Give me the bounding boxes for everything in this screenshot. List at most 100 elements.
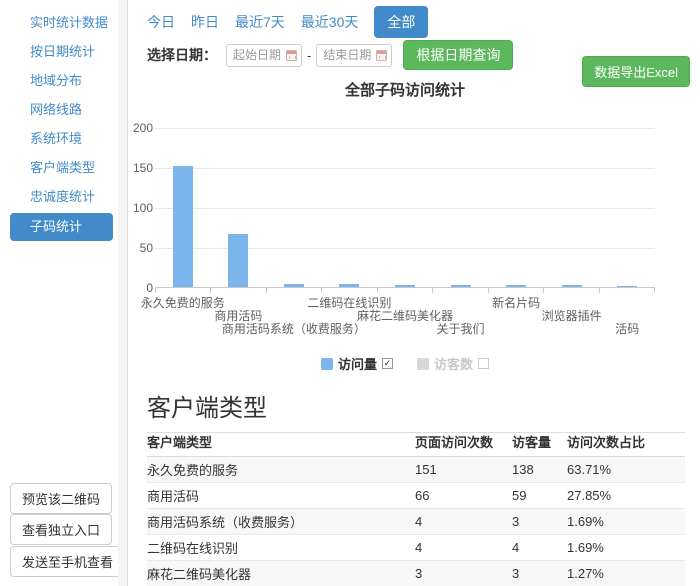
x-axis-ticks bbox=[155, 288, 655, 293]
table-cell: 商用活码系统（收费服务） bbox=[147, 512, 415, 531]
chart-title: 全部子码访问统计 bbox=[155, 79, 655, 100]
chart-plot-area bbox=[155, 128, 655, 288]
send-to-phone-button[interactable]: 发送至手机查看 bbox=[10, 546, 125, 577]
date-filter-row: 选择日期： - 根据日期查询 bbox=[147, 40, 513, 70]
date-range-tabs: 今日 昨日 最近7天 最近30天 全部 bbox=[147, 6, 428, 38]
axis-tick bbox=[211, 288, 266, 293]
bar-永久免费的服务 bbox=[173, 166, 193, 287]
calendar-icon[interactable] bbox=[376, 50, 387, 61]
axis-tick bbox=[489, 288, 544, 293]
x-category-label: 浏览器插件 bbox=[542, 307, 602, 324]
header-page-visits: 页面访问次数 bbox=[415, 432, 512, 451]
start-date-input[interactable] bbox=[233, 48, 283, 62]
chart-bars bbox=[155, 128, 655, 287]
axis-tick bbox=[544, 288, 599, 293]
y-tick-label: 200 bbox=[129, 121, 153, 135]
axis-tick bbox=[322, 288, 377, 293]
bar-slot bbox=[544, 128, 600, 287]
visitors-checkbox-unchecked[interactable] bbox=[478, 358, 489, 369]
sidebar-item-subcode-active[interactable]: 子码统计 bbox=[10, 213, 113, 241]
table-cell: 1.27% bbox=[567, 566, 685, 581]
table-cell: 1.69% bbox=[567, 540, 685, 555]
visits-checkbox-checked[interactable]: ✓ bbox=[382, 358, 393, 369]
bar-slot bbox=[377, 128, 433, 287]
header-visitors: 访客量 bbox=[512, 432, 567, 451]
end-date-input[interactable] bbox=[323, 48, 373, 62]
table-row: 永久免费的服务15113863.71% bbox=[147, 457, 685, 483]
chart-legend: 访问量 ✓ 访客数 bbox=[155, 354, 655, 373]
table-cell: 63.71% bbox=[567, 462, 685, 477]
tab-today[interactable]: 今日 bbox=[147, 12, 175, 32]
bar-关于我们 bbox=[451, 285, 471, 287]
query-by-date-button[interactable]: 根据日期查询 bbox=[403, 40, 513, 70]
bar-浏览器插件 bbox=[562, 285, 582, 287]
table-body: 永久免费的服务15113863.71%商用活码665927.85%商用活码系统（… bbox=[147, 457, 685, 586]
y-tick-label: 50 bbox=[129, 241, 153, 255]
axis-tick bbox=[433, 288, 488, 293]
start-date-field[interactable] bbox=[226, 44, 302, 67]
table-cell: 3 bbox=[512, 566, 567, 581]
header-visit-pct: 访问次数占比 bbox=[567, 432, 685, 451]
sidebar: 实时统计数据 按日期统计 地域分布 网络线路 系统环境 客户端类型 忠诚度统计 … bbox=[0, 0, 118, 586]
axis-tick bbox=[600, 288, 655, 293]
calendar-icon[interactable] bbox=[286, 50, 297, 61]
page: 实时统计数据 按日期统计 地域分布 网络线路 系统环境 客户端类型 忠诚度统计 … bbox=[0, 0, 700, 586]
bar-商用活码系统（收费服务） bbox=[284, 284, 304, 287]
table-row: 麻花二维码美化器331.27% bbox=[147, 561, 685, 586]
sidebar-item-client-type[interactable]: 客户端类型 bbox=[0, 153, 118, 182]
sidebar-item-loyalty[interactable]: 忠诚度统计 bbox=[0, 182, 118, 211]
legend-item-visitors[interactable]: 访客数 bbox=[417, 354, 489, 373]
bar-slot bbox=[266, 128, 322, 287]
sidebar-item-system[interactable]: 系统环境 bbox=[0, 124, 118, 153]
sidebar-divider bbox=[118, 0, 128, 586]
table-row: 二维码在线识别441.69% bbox=[147, 535, 685, 561]
axis-tick bbox=[267, 288, 322, 293]
table-cell: 4 bbox=[415, 540, 512, 555]
bar-slot bbox=[155, 128, 211, 287]
legend-swatch-blue bbox=[321, 358, 333, 370]
view-entry-button[interactable]: 查看独立入口 bbox=[10, 514, 112, 545]
table-cell: 商用活码 bbox=[147, 486, 415, 505]
table-row: 商用活码665927.85% bbox=[147, 483, 685, 509]
x-category-label: 关于我们 bbox=[437, 320, 485, 337]
tab-last-30-days[interactable]: 最近30天 bbox=[301, 12, 359, 32]
bar-slot bbox=[488, 128, 544, 287]
table-cell: 二维码在线识别 bbox=[147, 538, 415, 557]
bar-slot bbox=[600, 128, 656, 287]
bar-麻花二维码美化器 bbox=[395, 285, 415, 287]
sidebar-item-by-date[interactable]: 按日期统计 bbox=[0, 37, 118, 66]
table-row: 商用活码系统（收费服务）431.69% bbox=[147, 509, 685, 535]
table-cell: 138 bbox=[512, 462, 567, 477]
x-category-label: 永久免费的服务 bbox=[141, 294, 225, 311]
table-cell: 59 bbox=[512, 488, 567, 503]
tab-yesterday[interactable]: 昨日 bbox=[191, 12, 219, 32]
bar-新名片码 bbox=[506, 285, 526, 287]
axis-tick bbox=[156, 288, 211, 293]
tab-last-7-days[interactable]: 最近7天 bbox=[235, 12, 285, 32]
bar-活码 bbox=[617, 286, 637, 287]
table-cell: 27.85% bbox=[567, 488, 685, 503]
preview-qrcode-button[interactable]: 预览该二维码 bbox=[10, 483, 112, 514]
sidebar-item-region[interactable]: 地域分布 bbox=[0, 66, 118, 95]
sidebar-item-realtime[interactable]: 实时统计数据 bbox=[0, 8, 118, 37]
legend-swatch-gray bbox=[417, 358, 429, 370]
bar-商用活码 bbox=[228, 234, 248, 287]
legend-label-visitors: 访客数 bbox=[434, 354, 473, 373]
table-cell: 4 bbox=[512, 540, 567, 555]
table-header-row: 客户端类型 页面访问次数 访客量 访问次数占比 bbox=[147, 427, 685, 457]
table-cell: 永久免费的服务 bbox=[147, 460, 415, 479]
table-cell: 4 bbox=[415, 514, 512, 529]
end-date-field[interactable] bbox=[316, 44, 392, 67]
legend-item-visits[interactable]: 访问量 ✓ bbox=[321, 354, 393, 373]
client-type-table: 客户端类型 页面访问次数 访客量 访问次数占比 永久免费的服务15113863.… bbox=[147, 427, 685, 586]
x-axis-labels: 永久免费的服务商用活码商用活码系统（收费服务）二维码在线识别麻花二维码美化器关于… bbox=[155, 294, 655, 338]
date-separator: - bbox=[307, 48, 311, 63]
table-cell: 66 bbox=[415, 488, 512, 503]
table-cell: 3 bbox=[415, 566, 512, 581]
tab-all-active[interactable]: 全部 bbox=[374, 6, 428, 38]
main-content: 今日 昨日 最近7天 最近30天 全部 选择日期： - 根据日期查询 数据导出E… bbox=[129, 0, 700, 586]
sidebar-item-network[interactable]: 网络线路 bbox=[0, 95, 118, 124]
table-cell: 麻花二维码美化器 bbox=[147, 564, 415, 583]
x-category-label: 商用活码系统（收费服务） bbox=[222, 320, 366, 337]
bar-二维码在线识别 bbox=[339, 284, 359, 287]
